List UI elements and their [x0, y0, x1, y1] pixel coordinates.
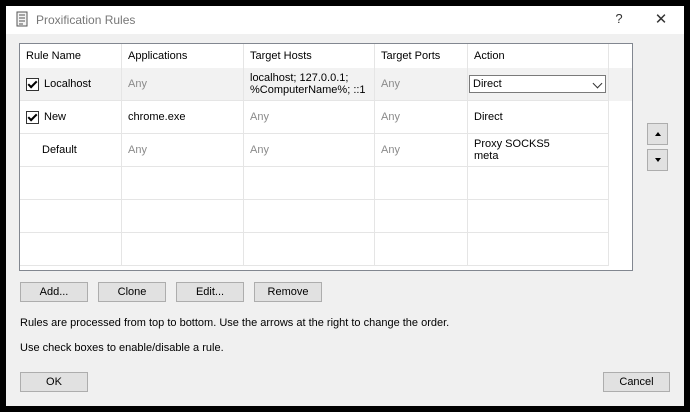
checkbox-hint-text: Use check boxes to enable/disable a rule… [20, 342, 224, 354]
edit-button[interactable]: Edit... [176, 282, 244, 302]
rule-enabled-checkbox[interactable] [26, 77, 39, 91]
ok-button[interactable]: OK [20, 372, 88, 392]
empty-row [20, 200, 632, 233]
cancel-button[interactable]: Cancel [603, 372, 670, 392]
column-header-applications[interactable]: Applications [122, 44, 244, 68]
rule-applications: Any [122, 68, 244, 101]
move-up-button[interactable] [647, 123, 668, 145]
rule-target-hosts: Any [244, 101, 375, 134]
document-icon [16, 11, 28, 27]
column-header-action[interactable]: Action [468, 44, 609, 68]
rule-target-ports: Any [375, 68, 468, 101]
rules-table: Rule Name Applications Target Hosts Targ… [19, 43, 633, 271]
arrow-down-icon [655, 158, 661, 162]
close-button[interactable]: ✕ [654, 10, 668, 28]
rule-applications: Any [122, 134, 244, 167]
rule-target-hosts: Any [244, 134, 375, 167]
column-header-target-hosts[interactable]: Target Hosts [244, 44, 375, 68]
rule-target-ports: Any [375, 134, 468, 167]
rule-name: Localhost [44, 78, 92, 90]
clone-button[interactable]: Clone [98, 282, 166, 302]
column-header-target-ports[interactable]: Target Ports [375, 44, 468, 68]
rule-action: Direct [468, 101, 609, 134]
move-down-button[interactable] [647, 149, 668, 171]
help-button[interactable]: ? [612, 11, 626, 26]
title-bar: Proxification Rules ? ✕ [6, 6, 684, 34]
chevron-down-icon [592, 78, 603, 89]
table-row[interactable]: New chrome.exe Any Any Direct [20, 101, 632, 134]
rule-name: New [44, 111, 67, 123]
order-hint-text: Rules are processed from top to bottom. … [20, 317, 450, 329]
table-row[interactable]: Default Any Any Any Proxy SOCKS5 meta [20, 134, 632, 167]
table-row[interactable]: Localhost Any localhost; 127.0.0.1; %Com… [20, 68, 632, 101]
window-title: Proxification Rules [36, 13, 136, 27]
rule-name: Default [20, 134, 122, 167]
empty-row [20, 167, 632, 200]
rule-enabled-checkbox[interactable] [26, 110, 39, 124]
proxification-rules-dialog: Proxification Rules ? ✕ Rule Name Applic… [6, 6, 684, 406]
rule-applications: chrome.exe [122, 101, 244, 134]
rule-target-hosts: localhost; 127.0.0.1; %ComputerName%; ::… [244, 68, 375, 101]
rule-target-ports: Any [375, 101, 468, 134]
action-dropdown-value: Direct [473, 78, 502, 90]
column-header-rule-name[interactable]: Rule Name [20, 44, 122, 68]
action-dropdown[interactable]: Direct [469, 75, 606, 93]
arrow-up-icon [655, 132, 661, 136]
empty-row [20, 233, 632, 266]
add-button[interactable]: Add... [20, 282, 88, 302]
remove-button[interactable]: Remove [254, 282, 322, 302]
rule-action: Proxy SOCKS5 meta [468, 134, 609, 167]
